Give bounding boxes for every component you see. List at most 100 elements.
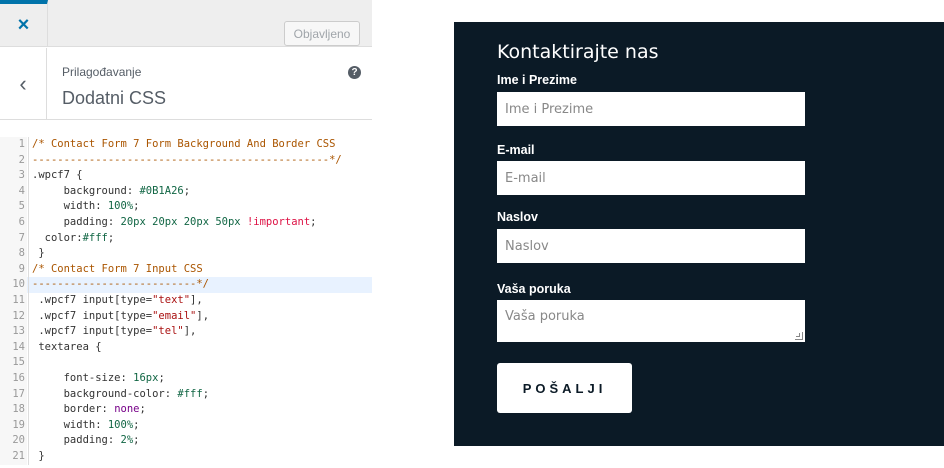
- line-number: 13: [0, 324, 27, 340]
- code-line[interactable]: 15: [0, 355, 372, 371]
- section-header: ‹ Prilagođavanje Dodatni CSS ?: [0, 48, 372, 120]
- code-line[interactable]: 4 background: #0B1A26;: [0, 183, 372, 200]
- line-number: 21: [0, 449, 27, 465]
- code-text: .wpcf7 input[type="text"],: [32, 294, 203, 306]
- code-text: width: 100%;: [32, 200, 140, 213]
- code-line[interactable]: 11 .wpcf7 input[type="text"],: [0, 293, 372, 309]
- line-number: 1: [0, 137, 27, 153]
- message-textarea[interactable]: Vaša poruka: [497, 300, 805, 342]
- line-number: 14: [0, 339, 27, 356]
- code-text: --------------------------*/: [32, 278, 210, 291]
- line-number: 17: [0, 386, 27, 403]
- line-number: 10: [0, 277, 27, 293]
- line-number: 4: [0, 183, 27, 200]
- help-icon[interactable]: ?: [348, 66, 361, 79]
- line-number: 8: [0, 246, 27, 262]
- code-line[interactable]: 9 /* Contact Form 7 Input CSS: [0, 261, 372, 278]
- contact-form-preview: Kontaktirajte nas Ime i Prezime Ime i Pr…: [454, 22, 944, 446]
- subject-field[interactable]: Naslov: [497, 229, 805, 263]
- gutter-divider: [28, 137, 29, 153]
- message-label: Vaša poruka: [497, 282, 571, 296]
- gutter-divider: [28, 168, 29, 184]
- code-line[interactable]: 13 .wpcf7 input[type="tel"],: [0, 324, 372, 340]
- line-number: 2: [0, 152, 27, 169]
- section-title: Dodatni CSS: [62, 88, 167, 108]
- line-number: 12: [0, 308, 27, 325]
- code-line[interactable]: 1 /* Contact Form 7 Form Background And B…: [0, 137, 372, 153]
- gutter-divider: [28, 324, 29, 340]
- line-number: 11: [0, 293, 27, 309]
- gutter-divider: [28, 308, 29, 325]
- line-number: 9: [0, 261, 27, 278]
- code-line[interactable]: 10 --------------------------*/: [0, 277, 372, 293]
- css-code-editor[interactable]: 1 /* Contact Form 7 Form Background And B…: [0, 134, 372, 468]
- code-text: textarea {: [32, 340, 102, 353]
- line-number: 15: [0, 355, 27, 371]
- gutter-divider: [28, 293, 29, 309]
- code-text: padding: 20px 20px 20px 50px !important;: [32, 216, 317, 228]
- gutter-divider: [28, 386, 29, 403]
- code-line[interactable]: 8 }: [0, 246, 372, 262]
- line-number: 16: [0, 371, 27, 387]
- line-number: 3: [0, 168, 27, 184]
- code-text: width: 100%;: [32, 418, 140, 431]
- code-text: ----------------------------------------…: [32, 153, 342, 166]
- publish-button[interactable]: Objavljeno: [284, 21, 360, 46]
- gutter-divider: [28, 261, 29, 278]
- code-line[interactable]: 2 ---------------------------------------…: [0, 152, 372, 169]
- gutter-divider: [28, 230, 29, 247]
- code-line[interactable]: 19 width: 100%;: [0, 417, 372, 434]
- code-text: border: none;: [32, 403, 146, 416]
- line-number: 20: [0, 433, 27, 449]
- code-line[interactable]: 17 background-color: #fff;: [0, 386, 372, 403]
- gutter-divider: [28, 277, 29, 293]
- code-text: color:#fff;: [32, 231, 115, 244]
- gutter-divider: [28, 433, 29, 449]
- email-label: E-mail: [497, 143, 535, 157]
- name-field[interactable]: Ime i Prezime: [497, 92, 805, 126]
- gutter-divider: [28, 199, 29, 215]
- code-text: /* Contact Form 7 Form Background And Bo…: [32, 138, 336, 150]
- code-line[interactable]: 6 padding: 20px 20px 20px 50px !importan…: [0, 215, 372, 231]
- line-number: 18: [0, 402, 27, 418]
- email-field[interactable]: E-mail: [497, 161, 805, 195]
- code-text: .wpcf7 {: [32, 169, 83, 182]
- close-icon[interactable]: ×: [0, 0, 48, 46]
- code-text: background: #0B1A26;: [32, 184, 191, 197]
- form-title: Kontaktirajte nas: [497, 41, 659, 63]
- code-line[interactable]: 16 font-size: 16px;: [0, 371, 372, 387]
- gutter-divider: [28, 183, 29, 200]
- code-line[interactable]: 14 textarea {: [0, 339, 372, 356]
- code-line[interactable]: 12 .wpcf7 input[type="email"],: [0, 308, 372, 325]
- gutter-divider: [28, 152, 29, 169]
- code-line[interactable]: 3 .wpcf7 {: [0, 168, 372, 184]
- gutter-divider: [28, 417, 29, 434]
- code-line[interactable]: 18 border: none;: [0, 402, 372, 418]
- code-line[interactable]: 20 padding: 2%;: [0, 433, 372, 449]
- gutter-divider: [28, 355, 29, 371]
- code-text: padding: 2%;: [32, 434, 140, 447]
- code-text: font-size: 16px;: [32, 372, 165, 384]
- line-number: 7: [0, 230, 27, 247]
- code-line[interactable]: 7 color:#fff;: [0, 230, 372, 247]
- line-number: 5: [0, 199, 27, 215]
- back-icon[interactable]: ‹: [0, 48, 47, 119]
- breadcrumb: Prilagođavanje: [62, 65, 142, 79]
- gutter-divider: [28, 371, 29, 387]
- message-placeholder: Vaša poruka: [505, 309, 585, 324]
- resize-grip-icon[interactable]: [795, 332, 803, 340]
- code-text: background-color: #fff;: [32, 387, 210, 400]
- gutter-divider: [28, 215, 29, 231]
- code-text: /* Contact Form 7 Input CSS: [32, 262, 203, 275]
- submit-button[interactable]: POŠALJI: [497, 363, 632, 413]
- code-line[interactable]: 21 }: [0, 449, 372, 465]
- gutter-divider: [28, 402, 29, 418]
- customizer-panel: × Objavljeno ‹ Prilagođavanje Dodatni CS…: [0, 0, 372, 468]
- code-line[interactable]: 5 width: 100%;: [0, 199, 372, 215]
- gutter-divider: [28, 246, 29, 262]
- code-text: }: [32, 247, 45, 260]
- code-text: .wpcf7 input[type="email"],: [32, 309, 210, 322]
- line-number: 19: [0, 417, 27, 434]
- code-text: }: [32, 450, 45, 462]
- code-text: .wpcf7 input[type="tel"],: [32, 325, 197, 338]
